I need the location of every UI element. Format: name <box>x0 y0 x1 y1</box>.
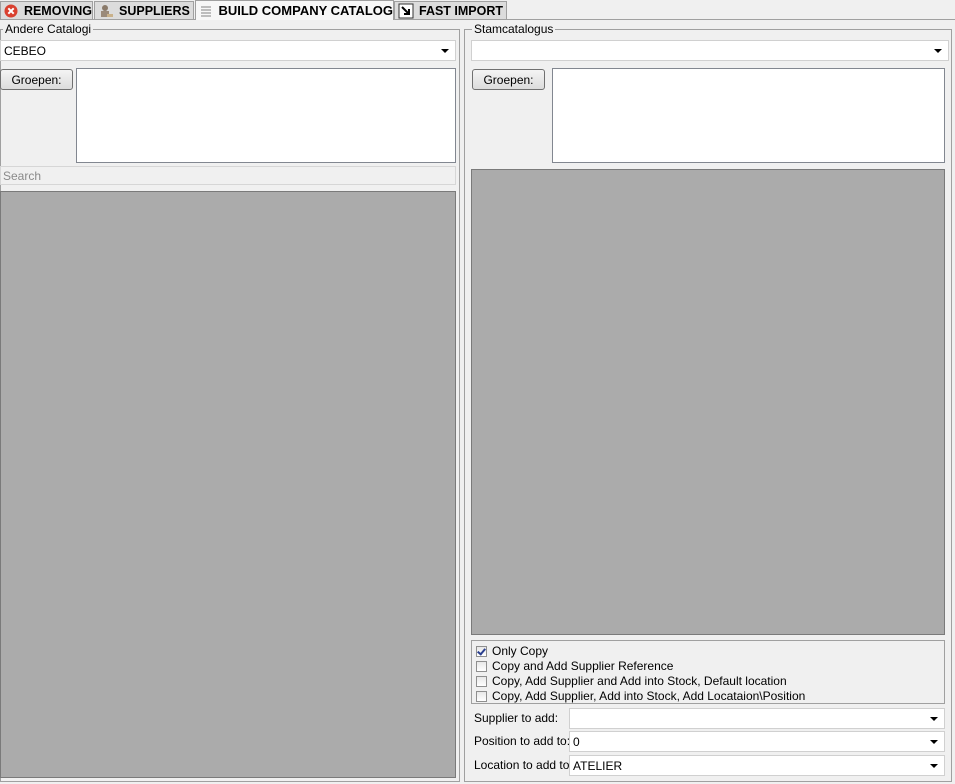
right-catalog-grid[interactable] <box>471 169 945 635</box>
position-label: Position to add to: <box>474 734 571 748</box>
chevron-down-icon <box>930 717 938 721</box>
tab-label: SUPPLIERS <box>119 3 190 18</box>
tab-label: FAST IMPORT <box>419 3 504 18</box>
tab-label: REMOVING <box>23 3 92 18</box>
option-copy-add-stock-default[interactable]: Copy, Add Supplier and Add into Stock, D… <box>476 674 787 688</box>
position-value: 0 <box>573 734 580 749</box>
checkbox[interactable] <box>476 675 487 687</box>
option-only-copy[interactable]: Only Copy <box>476 644 548 658</box>
list-icon <box>199 3 213 19</box>
right-groups-list[interactable] <box>552 68 945 163</box>
left-groepen-label: Groepen: <box>11 72 62 87</box>
option-label: Copy, Add Supplier, Add into Stock, Add … <box>492 689 806 703</box>
import-icon <box>398 3 414 19</box>
supplier-icon <box>98 3 114 19</box>
left-groups-list[interactable] <box>76 68 456 163</box>
supplier-select[interactable] <box>569 708 945 729</box>
location-label: Location to add to: <box>474 758 573 772</box>
tab-suppliers[interactable]: SUPPLIERS <box>94 1 194 19</box>
location-select[interactable]: ATELIER <box>569 755 945 776</box>
right-groepen-button[interactable]: Groepen: <box>472 69 545 90</box>
position-select[interactable]: 0 <box>569 731 945 752</box>
left-catalog-value: CEBEO <box>4 43 47 58</box>
stamcatalogus-title: Stamcatalogus <box>472 22 556 36</box>
checkbox[interactable] <box>476 660 487 672</box>
remove-icon <box>4 3 19 19</box>
supplier-label: Supplier to add: <box>474 711 559 725</box>
checkbox-checked[interactable] <box>476 645 487 657</box>
tab-removing[interactable]: REMOVING <box>0 1 93 19</box>
option-copy-add-stock-location[interactable]: Copy, Add Supplier, Add into Stock, Add … <box>476 689 805 703</box>
location-value: ATELIER <box>573 758 623 773</box>
tab-bar-divider <box>0 19 955 20</box>
option-copy-add-supplier-reference[interactable]: Copy and Add Supplier Reference <box>476 659 673 673</box>
tab-fast-import[interactable]: FAST IMPORT <box>394 1 507 19</box>
right-catalog-select[interactable] <box>471 40 949 61</box>
search-placeholder: Search <box>3 168 42 183</box>
tab-label: BUILD COMPANY CATALOG <box>218 3 393 18</box>
option-label: Only Copy <box>492 644 549 658</box>
tab-build-company-catalog[interactable]: BUILD COMPANY CATALOG <box>195 0 394 20</box>
chevron-down-icon <box>930 764 938 768</box>
chevron-down-icon <box>934 49 942 53</box>
chevron-down-icon <box>930 740 938 744</box>
andere-catalogi-title: Andere Catalogi <box>3 22 94 36</box>
checkbox[interactable] <box>476 690 487 702</box>
left-catalog-grid[interactable] <box>0 191 456 778</box>
left-catalog-select[interactable]: CEBEO <box>0 40 456 61</box>
option-label: Copy and Add Supplier Reference <box>492 659 674 673</box>
option-label: Copy, Add Supplier and Add into Stock, D… <box>492 674 787 688</box>
left-groepen-button[interactable]: Groepen: <box>0 69 73 90</box>
right-groepen-label: Groepen: <box>483 72 534 87</box>
chevron-down-icon <box>441 49 449 53</box>
left-search-input[interactable]: Search <box>0 166 456 185</box>
copy-options-group: Only Copy Copy and Add Supplier Referenc… <box>471 640 945 704</box>
